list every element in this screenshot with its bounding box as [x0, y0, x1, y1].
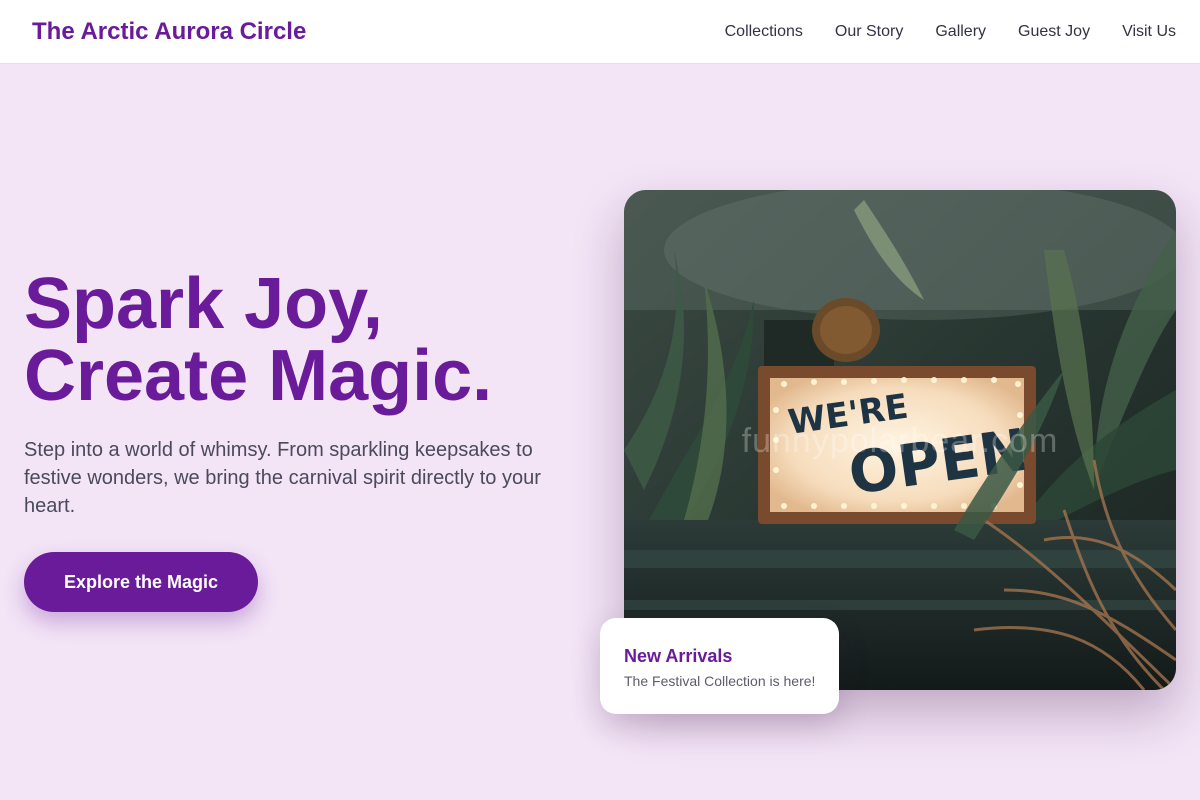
nav-our-story[interactable]: Our Story [835, 23, 903, 41]
main-nav: Collections Our Story Gallery Guest Joy … [725, 23, 1176, 41]
hero-title: Spark Joy, Create Magic. [24, 268, 584, 412]
nav-gallery[interactable]: Gallery [935, 23, 986, 41]
hero-title-line-2: Create Magic. [24, 336, 493, 416]
hero-photo: WE'RE OPEN funnypolarbear.com [624, 190, 1176, 690]
new-arrivals-text: The Festival Collection is here! [624, 673, 816, 689]
hero-subtitle: Step into a world of whimsy. From sparkl… [24, 439, 541, 517]
nav-guest-joy[interactable]: Guest Joy [1018, 23, 1090, 41]
hero-title-line-1: Spark Joy, [24, 264, 383, 344]
new-arrivals-title: New Arrivals [624, 646, 733, 666]
nav-visit-us[interactable]: Visit Us [1122, 23, 1176, 41]
watermark: funnypolarbear.com [741, 422, 1059, 460]
brand-logo[interactable]: The Arctic Aurora Circle [32, 18, 306, 46]
site-header: The Arctic Aurora Circle Collections Our… [0, 0, 1200, 64]
explore-magic-button[interactable]: Explore the Magic [24, 552, 258, 612]
new-arrivals-card[interactable]: New Arrivals The Festival Collection is … [600, 618, 839, 714]
nav-collections[interactable]: Collections [725, 23, 803, 41]
